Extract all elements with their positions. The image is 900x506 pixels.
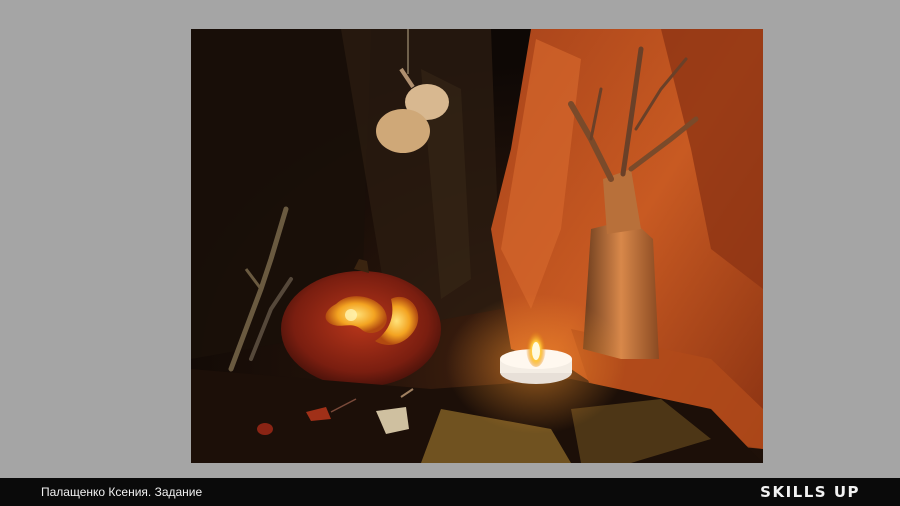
author-caption: Палащенко Ксения. Задание: [41, 485, 203, 499]
still-life-painting: [191, 29, 763, 463]
footer-bar: Палащенко Ксения. Задание SKILLS UP: [0, 478, 900, 506]
slide-background: [0, 0, 900, 478]
skills-up-logo: SKILLS UP: [760, 483, 860, 501]
